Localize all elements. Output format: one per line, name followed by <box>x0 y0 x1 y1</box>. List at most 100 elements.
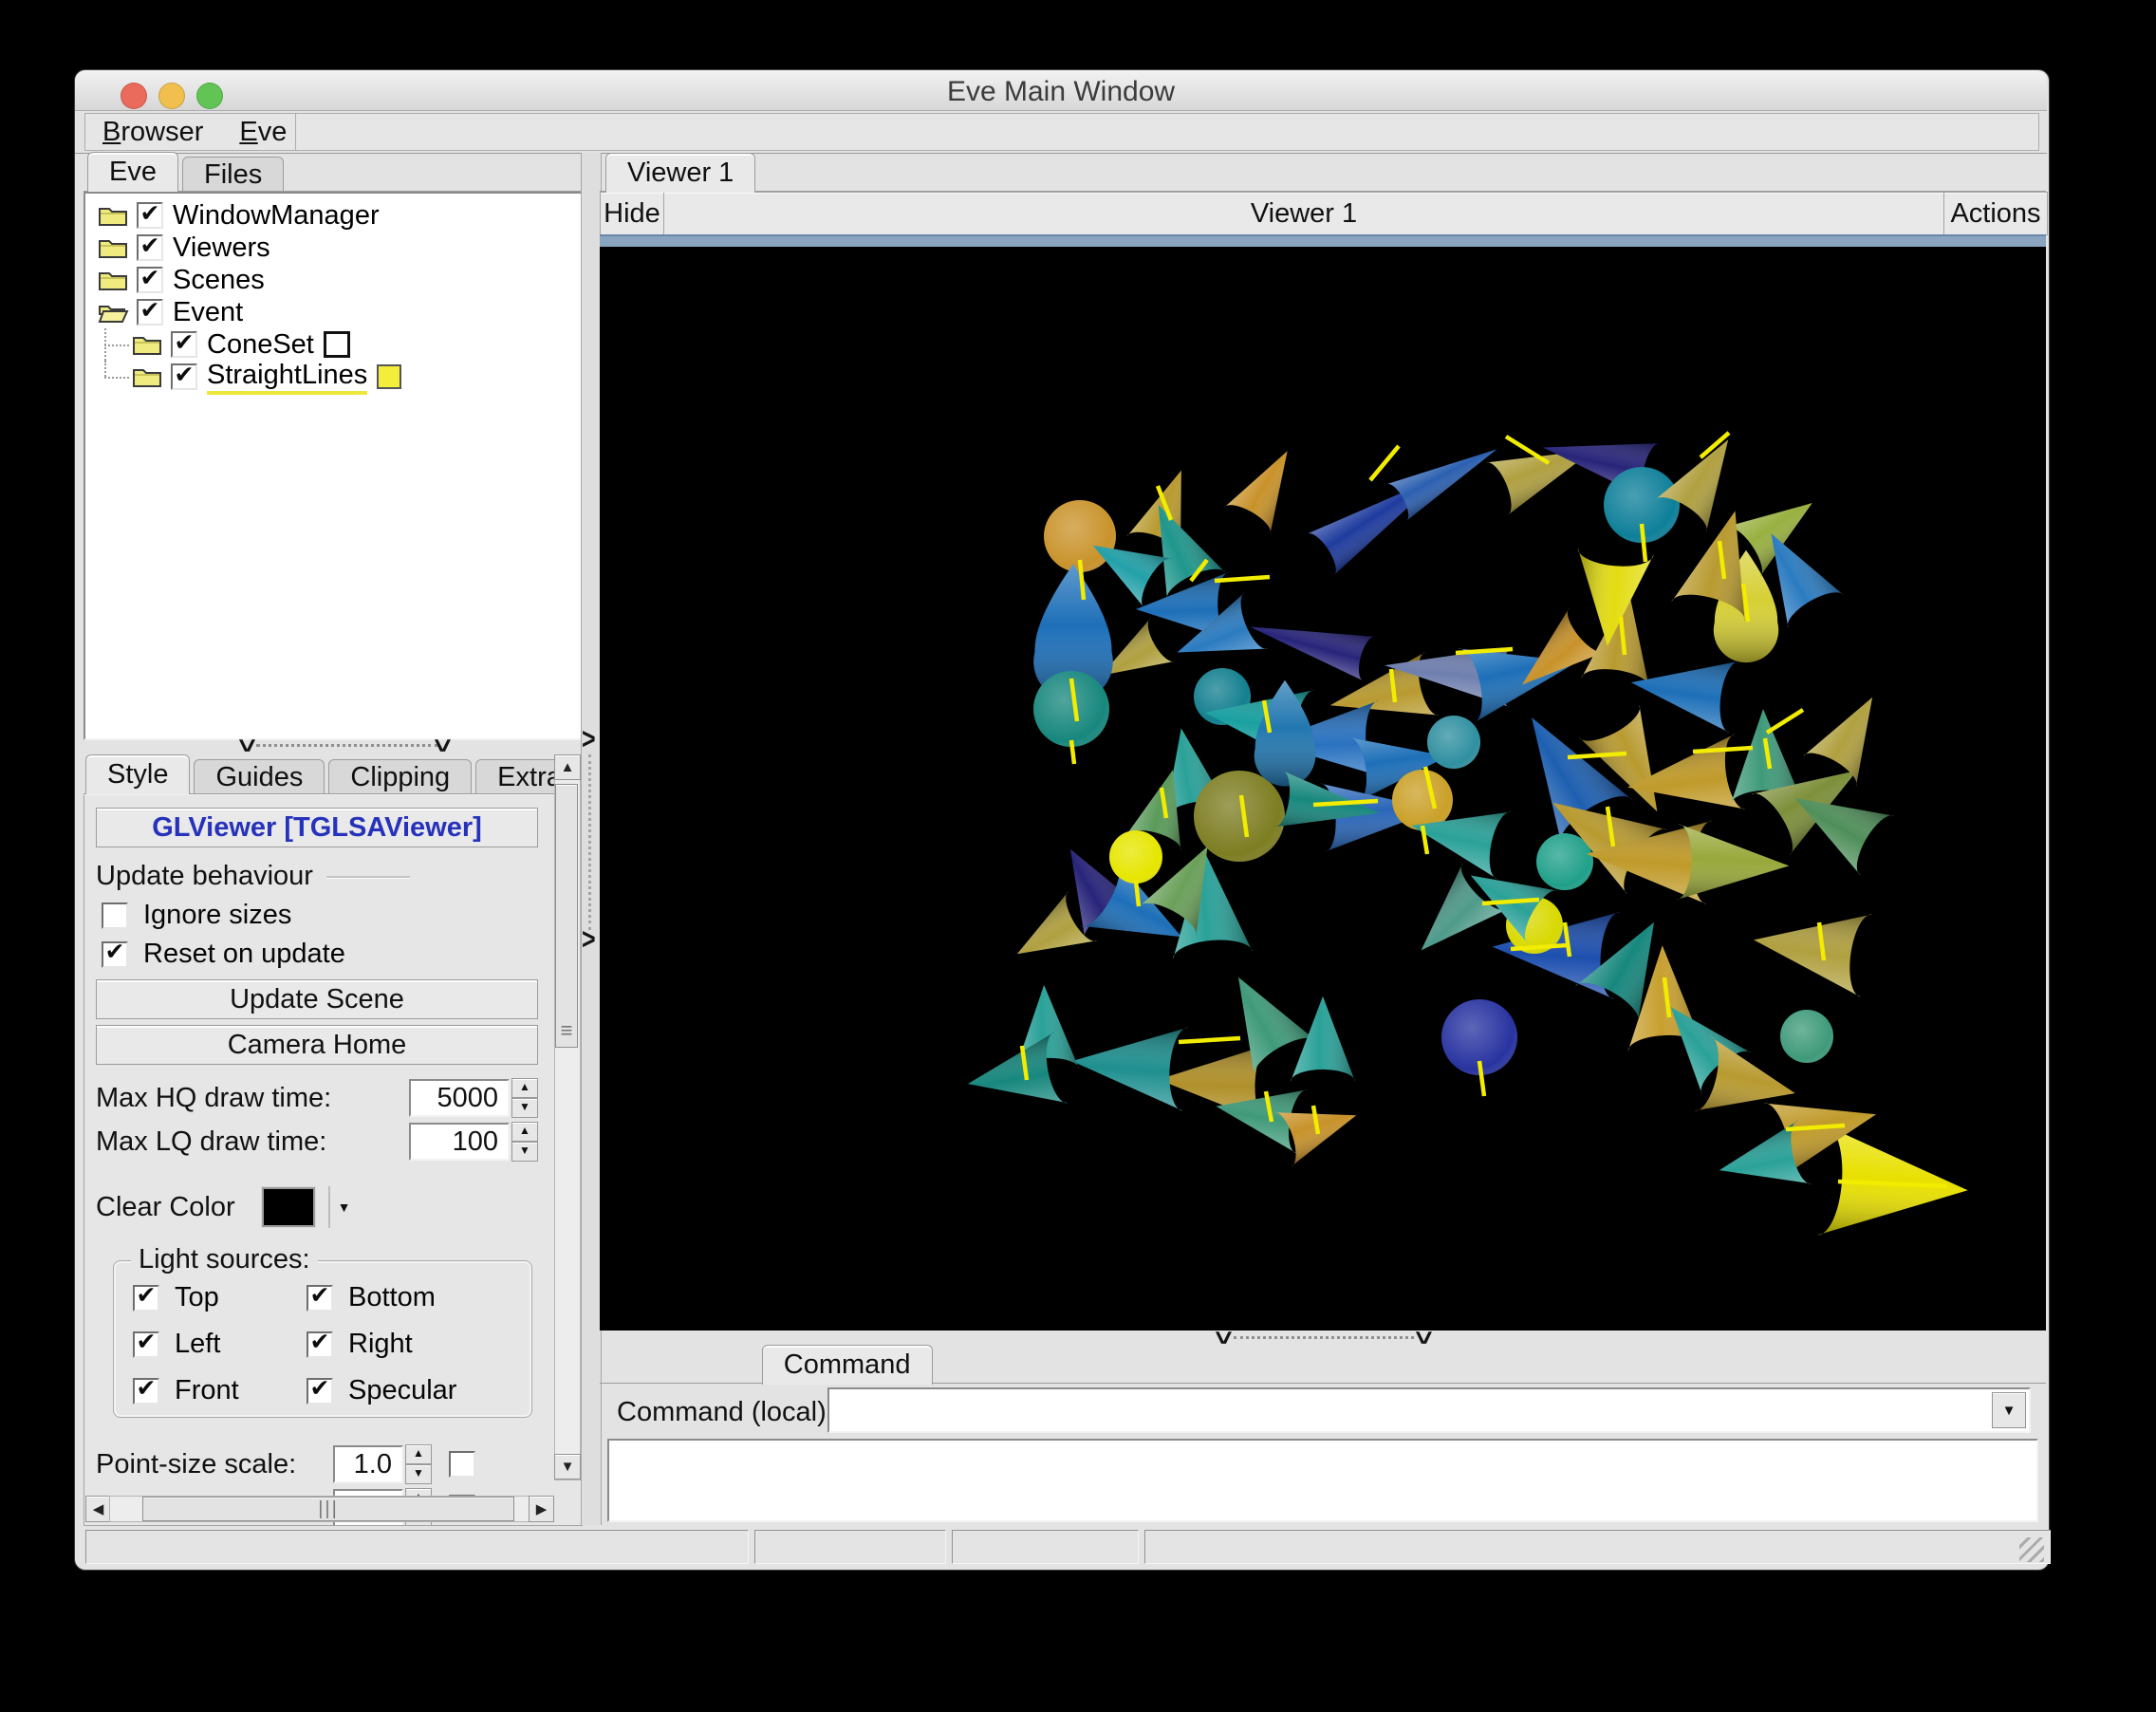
splitter-collapse-icon[interactable]: > <box>1208 1331 1237 1345</box>
update-scene-button[interactable]: Update Scene <box>96 979 538 1019</box>
spin-value[interactable]: 5000 <box>409 1079 510 1117</box>
tree-item-straightlines[interactable]: ✔ StraightLines <box>85 361 583 393</box>
combo-dropdown-button[interactable]: ▼ <box>1992 1392 2026 1428</box>
option-label: Reset on update <box>143 939 345 970</box>
light-front[interactable]: ✔Front <box>133 1375 299 1406</box>
tree-item-checkbox[interactable]: ✔ <box>171 363 197 390</box>
spin-value[interactable]: 1.0 <box>333 1445 403 1483</box>
checkbox[interactable]: ✔ <box>307 1331 333 1358</box>
tab-files[interactable]: Files <box>182 157 284 192</box>
resize-grip[interactable] <box>2019 1537 2044 1562</box>
spin-up-button[interactable]: ▲ <box>511 1122 538 1142</box>
light-specular[interactable]: ✔Specular <box>307 1375 531 1406</box>
clear-color-swatch[interactable] <box>262 1187 315 1227</box>
scroll-left-button[interactable]: ◀ <box>85 1496 111 1522</box>
tab-command[interactable]: Command <box>762 1345 933 1385</box>
window-title: Eve Main Window <box>75 76 2047 108</box>
splitter-collapse-icon[interactable]: > <box>427 738 456 753</box>
tree-item-coneset[interactable]: ✔ ConeSet <box>85 328 583 361</box>
cone-teardrop <box>1255 680 1316 787</box>
spin-down-button[interactable]: ▼ <box>405 1464 432 1484</box>
render-marker-hollow[interactable] <box>324 331 350 358</box>
light-top[interactable]: ✔Top <box>133 1282 299 1313</box>
light-left[interactable]: ✔Left <box>133 1329 299 1360</box>
checkbox[interactable]: ✔ <box>307 1285 333 1312</box>
splitter-expand-icon[interactable]: > <box>582 925 596 955</box>
check-mark: ✔ <box>137 1377 157 1401</box>
checkbox[interactable] <box>102 903 128 929</box>
hide-button[interactable]: Hide <box>600 192 664 235</box>
command-input[interactable] <box>833 1391 1987 1429</box>
action-buttons: Update Scene Camera Home <box>96 979 538 1065</box>
glviewer-editor-button[interactable]: GLViewer [TGLSAViewer] <box>96 808 538 847</box>
scroll-up-button[interactable]: ▲ <box>554 754 581 780</box>
light-sources-legend: Light sources: <box>131 1244 318 1275</box>
tree-connector <box>97 361 131 393</box>
tab-viewer-1[interactable]: Viewer 1 <box>605 153 755 193</box>
command-output-area[interactable] <box>607 1439 2038 1522</box>
spin-down-button[interactable]: ▼ <box>511 1098 538 1118</box>
tree-item-label[interactable]: WindowManager <box>173 200 380 232</box>
tree-item-label[interactable]: ConeSet <box>207 329 314 361</box>
command-splitter-dots[interactable] <box>1234 1336 1414 1339</box>
style-vscrollbar-thumb[interactable]: ≡ <box>555 784 578 1048</box>
tab-guides[interactable]: Guides <box>194 759 325 794</box>
checkbox[interactable]: ✔ <box>307 1378 333 1405</box>
tree-item-scenes[interactable]: ✔ Scenes <box>85 264 583 296</box>
option-ignore-sizes[interactable]: Ignore sizes <box>102 900 538 931</box>
tree-item-label[interactable]: Event <box>173 297 243 328</box>
menu-eve[interactable]: Eve <box>239 117 287 148</box>
tree-item-label[interactable]: StraightLines <box>207 360 367 395</box>
scale-apply-checkbox[interactable] <box>449 1451 475 1478</box>
tab-clipping[interactable]: Clipping <box>328 759 472 794</box>
splitter-collapse-icon[interactable]: > <box>232 738 261 753</box>
tab-eve[interactable]: Eve <box>87 152 178 192</box>
tree-item-checkbox[interactable]: ✔ <box>137 202 163 229</box>
scroll-down-button[interactable]: ▼ <box>554 1454 581 1479</box>
tree-item-viewers[interactable]: ✔ Viewers <box>85 232 583 264</box>
camera-home-button[interactable]: Camera Home <box>96 1025 538 1065</box>
actions-button[interactable]: Actions <box>1943 192 2048 235</box>
tree-item-checkbox[interactable]: ✔ <box>137 299 163 326</box>
viewer-viewport[interactable] <box>600 247 2046 1331</box>
tree-item-checkbox[interactable]: ✔ <box>137 234 163 261</box>
option-label: Ignore sizes <box>143 900 291 931</box>
tree-item-label[interactable]: Viewers <box>173 233 270 264</box>
splitter-collapse-icon[interactable]: > <box>1408 1331 1438 1345</box>
main-vertical-splitter[interactable] <box>581 153 602 1525</box>
splitter-expand-icon[interactable]: > <box>582 725 596 754</box>
scroll-right-button[interactable]: ▶ <box>529 1496 554 1522</box>
tree-item-checkbox[interactable]: ✔ <box>171 331 197 358</box>
checkbox[interactable]: ✔ <box>133 1331 159 1358</box>
tree-item-label[interactable]: Scenes <box>173 265 265 296</box>
checkbox[interactable]: ✔ <box>133 1285 159 1312</box>
left-splitter-dots[interactable] <box>256 744 438 747</box>
folder-icon <box>131 331 163 358</box>
spin-up-button[interactable]: ▲ <box>405 1444 432 1464</box>
spin-up-button[interactable]: ▲ <box>511 1078 538 1098</box>
tree-item-windowmanager[interactable]: ✔ WindowManager <box>85 199 583 232</box>
spin-down-button[interactable]: ▼ <box>511 1142 538 1162</box>
option-reset-on-update[interactable]: ✔ Reset on update <box>102 939 538 970</box>
gl-scene[interactable] <box>600 247 2046 1331</box>
clear-color-dropdown-icon[interactable]: ▼ <box>338 1200 351 1215</box>
cone-disc <box>1109 830 1162 884</box>
window-titlebar[interactable]: Eve Main Window <box>75 70 2047 111</box>
checkbox[interactable]: ✔ <box>102 941 128 968</box>
spin-value[interactable]: 100 <box>409 1123 510 1161</box>
render-marker-yellow[interactable] <box>377 364 401 389</box>
cone <box>1676 824 1791 903</box>
style-hscrollbar-thumb[interactable]: ||| <box>142 1497 514 1521</box>
folder-icon <box>131 363 163 390</box>
spinner: 5000▲▼ <box>409 1078 538 1118</box>
light-right[interactable]: ✔Right <box>307 1329 531 1360</box>
tree-item-event[interactable]: ✔ Event <box>85 296 583 328</box>
command-combobox[interactable]: ▼ <box>827 1387 2031 1433</box>
cone <box>1291 996 1355 1082</box>
checkbox[interactable]: ✔ <box>133 1378 159 1405</box>
menu-browser[interactable]: Browser <box>102 117 203 148</box>
straight-line <box>1179 1038 1240 1042</box>
tab-style[interactable]: Style <box>85 754 190 794</box>
tree-item-checkbox[interactable]: ✔ <box>137 267 163 293</box>
light-bottom[interactable]: ✔Bottom <box>307 1282 531 1313</box>
